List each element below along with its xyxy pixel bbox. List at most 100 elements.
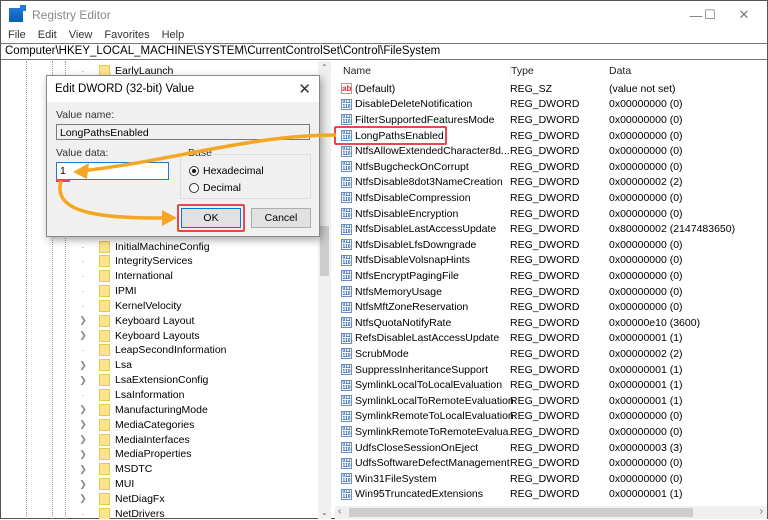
value-row[interactable]: 011 110 SuppressInheritanceSupport REG_DWOR… (335, 362, 767, 378)
radio-hexadecimal[interactable]: Hexadecimal (189, 165, 264, 177)
decimal-label: Decimal (203, 182, 241, 194)
menu-favorites[interactable]: Favorites (104, 29, 149, 42)
list-scroll-thumb[interactable] (349, 508, 693, 517)
value-row[interactable]: 011 110 DisableDeleteNotification REG_DWORD… (335, 97, 767, 113)
tree-item[interactable]: ❯ Keyboard Layout (77, 313, 194, 328)
scroll-left-icon[interactable]: ‹ (338, 506, 341, 517)
menu-file[interactable]: File (8, 29, 26, 42)
value-name: NtfsBugcheckOnCorrupt (355, 160, 469, 173)
value-row[interactable]: 011 110 NtfsQuotaNotifyRate REG_DWORD 0x0000… (335, 315, 767, 331)
tree-item[interactable]: ❯ MediaProperties (77, 447, 191, 462)
value-row[interactable]: 011 110 NtfsMemoryUsage REG_DWORD 0x00000000… (335, 284, 767, 300)
expand-chevron-icon[interactable]: ❯ (77, 375, 89, 386)
tree-item[interactable]: · IntegrityServices (77, 254, 193, 269)
tree-item[interactable]: · KernelVelocity (77, 298, 182, 313)
value-row[interactable]: 011 110 NtfsAllowExtendedCharacter8d... REG… (335, 143, 767, 159)
tree-item[interactable]: · LeapSecondInformation (77, 343, 227, 358)
scroll-down-icon[interactable]: ⌄ (321, 508, 328, 517)
value-type: REG_DWORD (510, 254, 580, 267)
tree-item[interactable]: ❯ MSDTC (77, 462, 152, 477)
folder-icon (99, 374, 110, 387)
tree-item[interactable]: ❯ ManufacturingMode (77, 402, 208, 417)
value-data: 0x00000000 (0) (609, 98, 683, 111)
tree-item[interactable]: · International (77, 269, 173, 284)
dword-value-icon: 011 110 (341, 114, 352, 126)
expand-chevron-icon[interactable]: ❯ (77, 315, 89, 326)
value-row[interactable]: 011 110 SymlinkRemoteToRemoteEvalua... REG_… (335, 424, 767, 440)
tree-item-label: MediaProperties (115, 448, 192, 461)
column-data[interactable]: Data (609, 65, 631, 77)
tree-item[interactable]: ❯ NetDiagFx (77, 491, 165, 506)
tree-item[interactable]: ❯ MediaCategories (77, 417, 194, 432)
value-row[interactable]: 011 110 RefsDisableLastAccessUpdate REG_DWO… (335, 331, 767, 347)
value-row[interactable]: 011 110 NtfsDisable8dot3NameCreation REG_DW… (335, 175, 767, 191)
value-row[interactable]: 011 110 NtfsMftZoneReservation REG_DWORD 0x0… (335, 299, 767, 315)
value-row[interactable]: 011 110 SymlinkRemoteToLocalEvaluation REG_… (335, 409, 767, 425)
value-row[interactable]: 011 110 Win95TruncatedExtensions REG_DWORD 0… (335, 487, 767, 503)
expand-chevron-icon[interactable]: ❯ (77, 360, 89, 371)
expand-chevron-icon[interactable]: ❯ (77, 449, 89, 460)
tree-item[interactable]: · LsaInformation (77, 388, 184, 403)
value-row[interactable]: ab (Default) REG_SZ (value not set) (335, 81, 767, 97)
value-name: NtfsMemoryUsage (355, 285, 442, 298)
expand-chevron-icon[interactable]: ❯ (77, 493, 89, 504)
value-row[interactable]: 011 110 UdfsSoftwareDefectManagement REG_DW… (335, 455, 767, 471)
value-row[interactable]: 011 110 NtfsDisableLastAccessUpdate REG_DWO… (335, 221, 767, 237)
value-data: (value not set) (609, 82, 676, 95)
menu-edit[interactable]: Edit (38, 29, 57, 42)
dword-value-icon: 011 110 (341, 379, 352, 391)
value-type: REG_DWORD (510, 176, 580, 189)
tree-item[interactable]: ❯ MediaInterfaces (77, 432, 190, 447)
tree-item[interactable]: · IPMI (77, 284, 137, 299)
dialog-close-icon[interactable]: ✕ (298, 80, 311, 98)
expand-chevron-icon[interactable]: ❯ (77, 330, 89, 341)
tree-item[interactable]: ❯ MUI (77, 477, 134, 492)
folder-icon (99, 448, 110, 461)
expand-chevron-icon[interactable]: ❯ (77, 404, 89, 415)
value-row[interactable]: 011 110 UdfsCloseSessionOnEject REG_DWORD 0x… (335, 440, 767, 456)
value-row[interactable]: 011 110 ScrubMode REG_DWORD 0x00000002 (2) (335, 346, 767, 362)
tree-scroll-thumb[interactable] (320, 226, 329, 276)
value-name: NtfsQuotaNotifyRate (355, 316, 452, 329)
value-row[interactable]: 011 110 NtfsDisableCompression REG_DWORD 0x0… (335, 190, 767, 206)
value-name: NtfsDisableCompression (355, 191, 471, 204)
expand-chevron-icon[interactable]: ❯ (77, 479, 89, 490)
value-row[interactable]: 011 110 SymlinkLocalToRemoteEvaluation REG_… (335, 393, 767, 409)
menu-view[interactable]: View (69, 29, 93, 42)
radio-decimal[interactable]: Decimal (189, 182, 241, 194)
scroll-up-icon[interactable]: ⌃ (321, 63, 328, 72)
value-data: 0x00000000 (0) (609, 425, 683, 438)
cancel-button[interactable]: Cancel (251, 208, 311, 228)
tree-item[interactable]: ❯ Keyboard Layouts (77, 328, 200, 343)
value-row[interactable]: 011 110 NtfsDisableEncryption REG_DWORD 0x00… (335, 206, 767, 222)
dword-value-icon: 011 110 (341, 145, 352, 157)
column-name[interactable]: Name (343, 65, 371, 77)
menu-help[interactable]: Help (162, 29, 185, 42)
title-bar: Registry Editor — ☐ ✕ (1, 1, 767, 29)
value-row[interactable]: 011 110 NtfsDisableVolsnapHints REG_DWORD 0x… (335, 253, 767, 269)
close-button[interactable]: ✕ (721, 1, 767, 29)
scroll-right-icon[interactable]: › (760, 506, 763, 517)
tree-item[interactable]: ❯ LsaExtensionConfig (77, 373, 208, 388)
value-name: SymlinkLocalToLocalEvaluation (355, 379, 503, 392)
value-row[interactable]: 011 110 Win31FileSystem REG_DWORD 0x00000000… (335, 471, 767, 487)
tree-item[interactable]: ❯ Lsa (77, 358, 132, 373)
expand-chevron-icon[interactable]: ❯ (77, 434, 89, 445)
value-row[interactable]: 011 110 NtfsEncryptPagingFile REG_DWORD 0x00… (335, 268, 767, 284)
tree-item[interactable]: · InitialMachineConfig (77, 239, 210, 254)
value-row[interactable]: 011 110 NtfsDisableLfsDowngrade REG_DWORD 0x… (335, 237, 767, 253)
value-name: RefsDisableLastAccessUpdate (355, 332, 500, 345)
tree-item-label: International (115, 270, 173, 283)
value-data-input[interactable]: 1 (56, 162, 169, 180)
dword-value-icon: 011 110 (341, 410, 352, 422)
column-type[interactable]: Type (510, 65, 534, 77)
expand-chevron-icon[interactable]: ❯ (77, 419, 89, 430)
value-row[interactable]: 011 110 SymlinkLocalToLocalEvaluation REG_D… (335, 377, 767, 393)
address-bar[interactable]: Computer\HKEY_LOCAL_MACHINE\SYSTEM\Curre… (1, 43, 767, 60)
value-data-underline-marker (56, 179, 70, 182)
list-horizontal-scrollbar[interactable]: ‹ › (335, 506, 767, 519)
value-row[interactable]: 011 110 NtfsBugcheckOnCorrupt REG_DWORD 0x00… (335, 159, 767, 175)
expand-chevron-icon[interactable]: ❯ (77, 464, 89, 475)
tree-item[interactable]: · NetDrivers (77, 506, 165, 519)
dword-value-icon: 011 110 (341, 426, 352, 438)
